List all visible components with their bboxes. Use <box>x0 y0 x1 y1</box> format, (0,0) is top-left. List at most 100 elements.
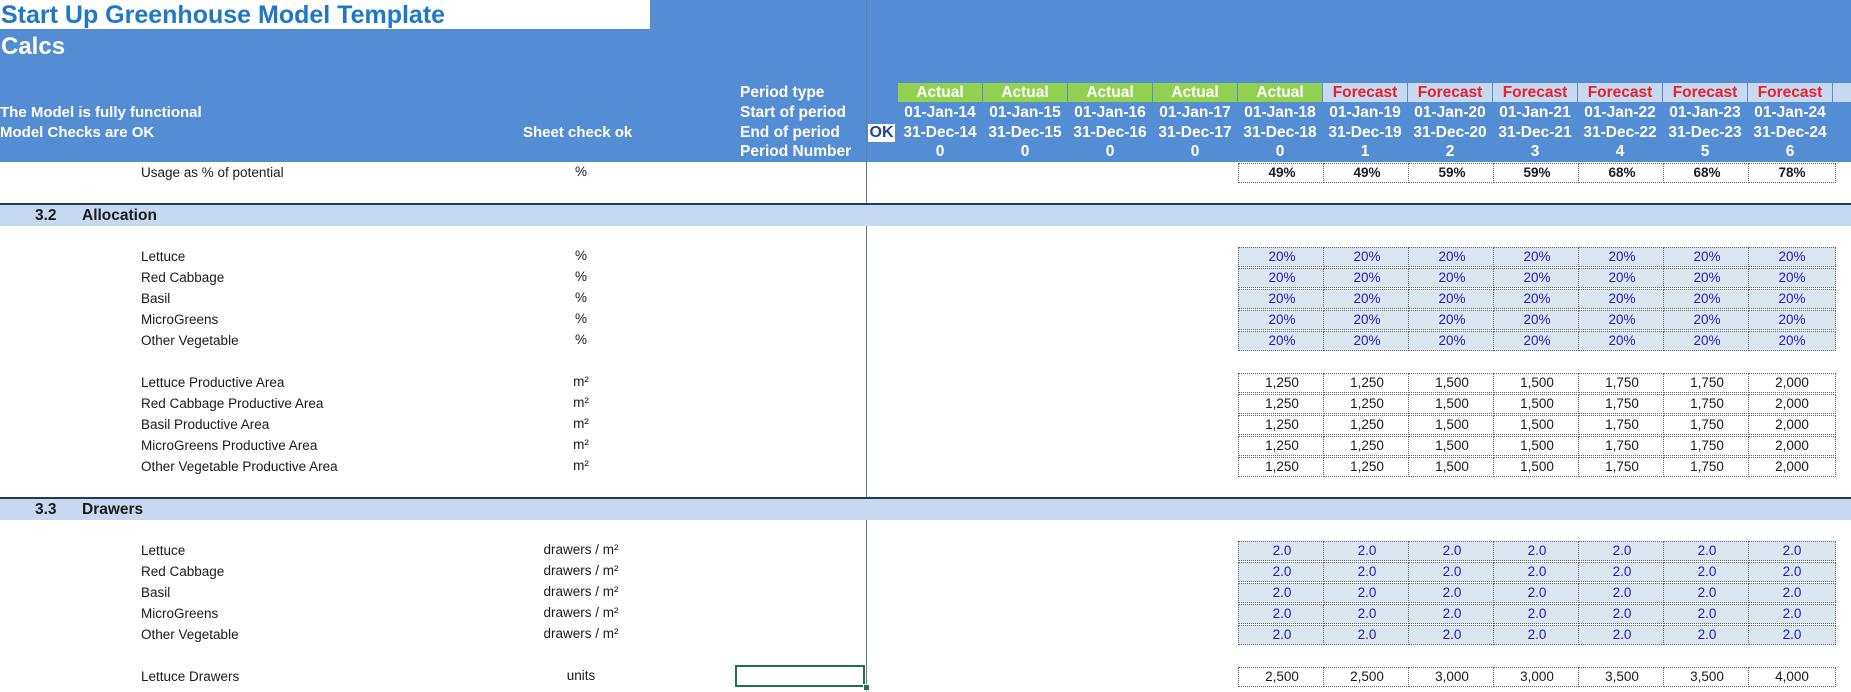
period-type-cell[interactable]: Forecast <box>1408 83 1492 102</box>
allocation-row-value-cell[interactable]: 20% <box>1493 310 1581 330</box>
area-row-value-cell[interactable]: 1,250 <box>1238 415 1326 435</box>
drawer-density-row-value-cell[interactable]: 2.0 <box>1663 583 1751 603</box>
drawer-density-row-value-cell[interactable]: 2.0 <box>1238 583 1326 603</box>
period-type-cell[interactable]: Actual <box>1068 83 1152 102</box>
drawer-density-row-value-cell[interactable]: 2.0 <box>1578 562 1666 582</box>
allocation-row-value-cell[interactable]: 20% <box>1408 247 1496 267</box>
area-row-value-cell[interactable]: 1,250 <box>1323 457 1411 477</box>
allocation-row-value-cell[interactable]: 20% <box>1663 289 1751 309</box>
period-number-cell[interactable]: 3 <box>1493 143 1577 161</box>
period-number-cell[interactable]: 6 <box>1748 143 1832 161</box>
allocation-row-value-cell[interactable]: 20% <box>1238 331 1326 351</box>
allocation-row-value-cell[interactable]: 20% <box>1238 310 1326 330</box>
area-row-value-cell[interactable]: 1,500 <box>1408 436 1496 456</box>
drawers-total-row-value-cell[interactable]: 3,500 <box>1578 667 1666 687</box>
area-row-value-cell[interactable]: 1,500 <box>1493 457 1581 477</box>
area-row-value-cell[interactable]: 1,250 <box>1323 436 1411 456</box>
usage-row-value-cell[interactable]: 49% <box>1238 163 1326 183</box>
drawer-density-row-value-cell[interactable]: 2.0 <box>1663 541 1751 561</box>
end-of-period-cell[interactable]: 31-Dec-15 <box>983 124 1067 142</box>
end-of-period-cell[interactable]: 31-Dec-17 <box>1153 124 1237 142</box>
allocation-row-value-cell[interactable]: 20% <box>1663 247 1751 267</box>
drawer-density-row-value-cell[interactable]: 2.0 <box>1663 625 1751 645</box>
area-row-value-cell[interactable]: 1,500 <box>1493 436 1581 456</box>
area-row-value-cell[interactable]: 2,000 <box>1748 373 1836 393</box>
drawers-total-row-value-cell[interactable]: 3,000 <box>1408 667 1496 687</box>
allocation-row-value-cell[interactable]: 20% <box>1578 310 1666 330</box>
drawers-total-row-value-cell[interactable]: 3,500 <box>1663 667 1751 687</box>
drawer-density-row-value-cell[interactable]: 2.0 <box>1493 625 1581 645</box>
start-of-period-cell[interactable]: 01-Jan-22 <box>1578 104 1662 122</box>
allocation-row-value-cell[interactable]: 20% <box>1663 310 1751 330</box>
drawer-density-row-value-cell[interactable]: 2.0 <box>1748 604 1836 624</box>
allocation-row-value-cell[interactable]: 20% <box>1578 268 1666 288</box>
drawer-density-row-value-cell[interactable]: 2.0 <box>1663 562 1751 582</box>
period-type-cell[interactable]: F <box>1833 83 1851 102</box>
period-number-cell[interactable]: 2 <box>1408 143 1492 161</box>
area-row-value-cell[interactable]: 1,250 <box>1238 394 1326 414</box>
drawer-density-row-value-cell[interactable]: 2.0 <box>1663 604 1751 624</box>
area-row-value-cell[interactable]: 1,250 <box>1238 457 1326 477</box>
drawers-total-row-value-cell[interactable]: 4,000 <box>1748 667 1836 687</box>
start-of-period-cell[interactable]: 01-Jan-20 <box>1408 104 1492 122</box>
allocation-row-value-cell[interactable]: 20% <box>1323 268 1411 288</box>
drawer-density-row-value-cell[interactable]: 2.0 <box>1493 583 1581 603</box>
drawers-total-row-value-cell[interactable]: 2,500 <box>1238 667 1326 687</box>
drawers-total-row-value-cell[interactable]: 2,500 <box>1323 667 1411 687</box>
period-type-cell[interactable]: Forecast <box>1578 83 1662 102</box>
start-of-period-cell[interactable]: 01-Jan-21 <box>1493 104 1577 122</box>
fill-handle[interactable] <box>863 684 870 691</box>
area-row-value-cell[interactable]: 1,750 <box>1663 415 1751 435</box>
allocation-row-value-cell[interactable]: 20% <box>1238 268 1326 288</box>
area-row-value-cell[interactable]: 2,000 <box>1748 457 1836 477</box>
area-row-value-cell[interactable]: 1,500 <box>1408 373 1496 393</box>
period-number-cell[interactable]: 4 <box>1578 143 1662 161</box>
allocation-row-value-cell[interactable]: 20% <box>1748 310 1836 330</box>
drawer-density-row-value-cell[interactable]: 2.0 <box>1578 541 1666 561</box>
area-row-value-cell[interactable]: 1,250 <box>1238 373 1326 393</box>
drawer-density-row-value-cell[interactable]: 2.0 <box>1238 562 1326 582</box>
drawer-density-row-value-cell[interactable]: 2.0 <box>1323 625 1411 645</box>
area-row-value-cell[interactable]: 1,500 <box>1408 457 1496 477</box>
drawers-total-row-value-cell[interactable]: 3,000 <box>1493 667 1581 687</box>
allocation-row-value-cell[interactable]: 20% <box>1408 331 1496 351</box>
allocation-row-value-cell[interactable]: 20% <box>1493 331 1581 351</box>
start-of-period-cell[interactable]: 01-Jan-19 <box>1323 104 1407 122</box>
usage-row-value-cell[interactable]: 68% <box>1663 163 1751 183</box>
allocation-row-value-cell[interactable]: 20% <box>1408 289 1496 309</box>
allocation-row-value-cell[interactable]: 20% <box>1408 268 1496 288</box>
usage-row-value-cell[interactable]: 78% <box>1748 163 1836 183</box>
area-row-value-cell[interactable]: 1,750 <box>1578 394 1666 414</box>
allocation-row-value-cell[interactable]: 20% <box>1748 289 1836 309</box>
end-of-period-cell[interactable]: 31-Dec-18 <box>1238 124 1322 142</box>
area-row-value-cell[interactable]: 1,250 <box>1323 394 1411 414</box>
allocation-row-value-cell[interactable]: 20% <box>1493 268 1581 288</box>
allocation-row-value-cell[interactable]: 20% <box>1748 247 1836 267</box>
area-row-value-cell[interactable]: 1,500 <box>1493 373 1581 393</box>
allocation-row-value-cell[interactable]: 20% <box>1578 331 1666 351</box>
end-of-period-cell[interactable]: 3 <box>1833 124 1851 142</box>
allocation-row-value-cell[interactable]: 20% <box>1748 331 1836 351</box>
area-row-value-cell[interactable]: 1,500 <box>1493 394 1581 414</box>
period-type-cell[interactable]: Actual <box>1238 83 1322 102</box>
allocation-row-value-cell[interactable]: 20% <box>1323 247 1411 267</box>
area-row-value-cell[interactable]: 1,500 <box>1408 415 1496 435</box>
area-row-value-cell[interactable]: 2,000 <box>1748 436 1836 456</box>
drawer-density-row-value-cell[interactable]: 2.0 <box>1493 604 1581 624</box>
allocation-row-value-cell[interactable]: 20% <box>1493 247 1581 267</box>
period-type-cell[interactable]: Actual <box>898 83 982 102</box>
usage-row-value-cell[interactable]: 68% <box>1578 163 1666 183</box>
area-row-value-cell[interactable]: 1,500 <box>1408 394 1496 414</box>
drawer-density-row-value-cell[interactable]: 2.0 <box>1238 541 1326 561</box>
area-row-value-cell[interactable]: 1,750 <box>1578 436 1666 456</box>
period-type-cell[interactable]: Actual <box>1153 83 1237 102</box>
end-of-period-cell[interactable]: 31-Dec-16 <box>1068 124 1152 142</box>
drawer-density-row-value-cell[interactable]: 2.0 <box>1323 604 1411 624</box>
area-row-value-cell[interactable]: 1,750 <box>1663 394 1751 414</box>
area-row-value-cell[interactable]: 1,500 <box>1493 415 1581 435</box>
start-of-period-cell[interactable]: 01-Jan-14 <box>898 104 982 122</box>
drawer-density-row-value-cell[interactable]: 2.0 <box>1408 583 1496 603</box>
drawer-density-row-value-cell[interactable]: 2.0 <box>1323 583 1411 603</box>
drawer-density-row-value-cell[interactable]: 2.0 <box>1238 604 1326 624</box>
drawer-density-row-value-cell[interactable]: 2.0 <box>1578 583 1666 603</box>
